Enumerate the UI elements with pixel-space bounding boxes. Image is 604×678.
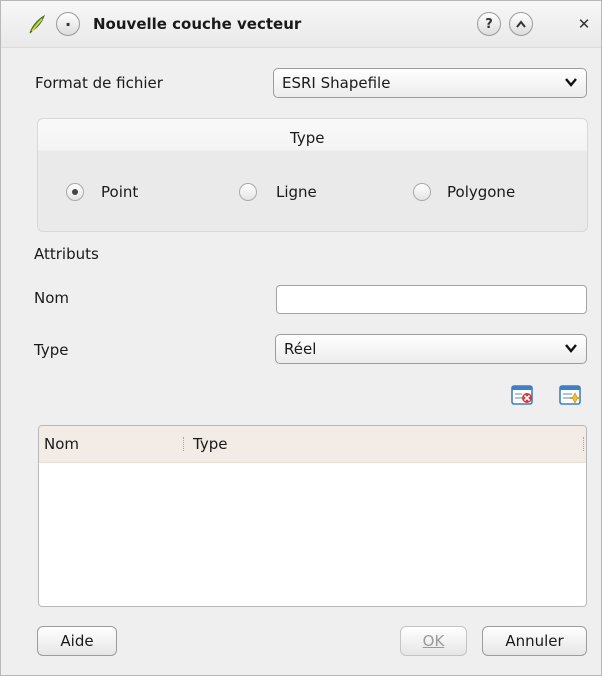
format-combo[interactable]: ESRI Shapefile [273, 68, 587, 98]
radio-line-label[interactable]: Ligne [276, 183, 317, 201]
attributes-table[interactable]: Nom Type [38, 425, 587, 607]
group-title: Type [290, 129, 325, 147]
add-attribute-icon[interactable] [558, 382, 584, 408]
help-button[interactable]: Aide [37, 626, 117, 656]
qgis-leaf-icon [29, 14, 45, 34]
chevron-up-icon [516, 20, 526, 28]
close-button[interactable]: ✕ [572, 12, 596, 36]
column-separator[interactable] [583, 437, 585, 451]
column-header-type[interactable]: Type [193, 435, 227, 453]
geometry-type-group: Type Point Ligne Polygone [37, 118, 588, 232]
table-header: Nom Type [39, 426, 586, 463]
chevron-down-icon [565, 78, 577, 87]
column-header-name[interactable]: Nom [44, 435, 79, 453]
window-title: Nouvelle couche vecteur [93, 15, 302, 33]
attributes-section-label: Attributs [34, 245, 99, 263]
column-separator[interactable] [183, 437, 185, 451]
chevron-down-icon [565, 344, 577, 353]
attribute-type-combo[interactable]: Réel [275, 334, 587, 364]
cancel-button[interactable]: Annuler [482, 626, 587, 656]
name-label: Nom [34, 289, 70, 307]
delete-attribute-icon[interactable] [510, 382, 536, 408]
ok-label: OK [422, 632, 445, 650]
radio-point[interactable] [66, 183, 84, 201]
radio-point-label[interactable]: Point [101, 183, 138, 201]
question-icon: ? [485, 16, 493, 32]
dialog-window: · Nouvelle couche vecteur ? ✕ Format de … [0, 0, 602, 676]
title-bar[interactable]: · Nouvelle couche vecteur ? ✕ [1, 1, 601, 48]
radio-polygon-label[interactable]: Polygone [447, 183, 515, 201]
radio-line[interactable] [239, 183, 257, 201]
radio-checked-dot [72, 189, 78, 195]
window-menu-button[interactable]: · [56, 12, 80, 36]
format-value: ESRI Shapefile [282, 74, 391, 92]
radio-polygon[interactable] [413, 183, 431, 201]
help-title-button[interactable]: ? [477, 12, 501, 36]
ok-button[interactable]: OK [400, 626, 467, 656]
close-icon: ✕ [577, 15, 591, 33]
format-label: Format de fichier [35, 74, 163, 92]
attribute-name-input[interactable] [276, 285, 587, 314]
type-label: Type [34, 341, 69, 359]
window-menu-icon: · [64, 14, 72, 34]
shade-button[interactable] [509, 12, 533, 36]
attribute-type-value: Réel [284, 340, 317, 358]
